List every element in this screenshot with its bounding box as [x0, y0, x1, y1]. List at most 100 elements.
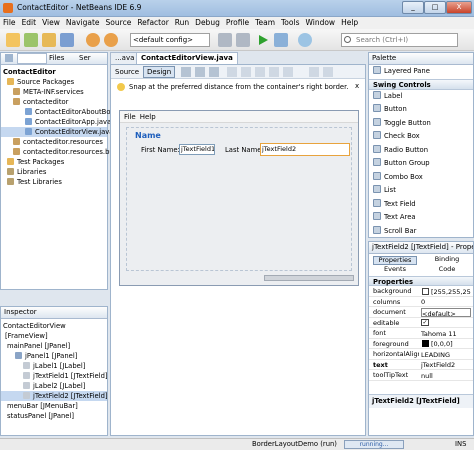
inspector-node[interactable]: [FrameView]	[1, 331, 107, 341]
last-name-field[interactable]: jTextField2	[260, 143, 350, 156]
change-resizability-horizontal-icon[interactable]	[309, 67, 319, 77]
inspector-node[interactable]: jLabel2 [JLabel]	[1, 381, 107, 391]
inspector-node[interactable]: jLabel1 [JLabel]	[1, 361, 107, 371]
services-tab[interactable]: Ser	[79, 53, 91, 64]
palette-item[interactable]: Radio Button	[369, 144, 473, 158]
selection-mode-icon[interactable]	[181, 67, 191, 77]
menu-source[interactable]: Source	[103, 17, 135, 28]
properties-section[interactable]: Properties	[369, 276, 473, 286]
property-row[interactable]: background[255,255,255]	[369, 286, 473, 297]
inspector-node[interactable]: jPanel1 [JPanel]	[1, 351, 107, 361]
tree-node[interactable]: Test Packages	[1, 157, 107, 167]
first-name-field[interactable]: jTextField1	[179, 144, 215, 155]
tree-node[interactable]: ContactEditorAboutBox.java	[1, 107, 131, 117]
connection-mode-icon[interactable]	[195, 67, 205, 77]
menu-navigate[interactable]: Navigate	[63, 17, 103, 28]
menu-profile[interactable]: Profile	[223, 17, 252, 28]
clean-build-icon[interactable]	[236, 33, 250, 47]
source-toggle[interactable]: Source	[115, 67, 139, 77]
menu-window[interactable]: Window	[302, 17, 338, 28]
design-toggle[interactable]: Design	[143, 66, 176, 78]
open-project-icon[interactable]	[42, 33, 56, 47]
status-progress[interactable]: running...	[344, 440, 404, 449]
tree-node[interactable]: META-INF.services	[1, 87, 107, 97]
align-bottom-icon[interactable]	[283, 67, 293, 77]
palette-item[interactable]: Scroll Bar	[369, 225, 473, 238]
new-project-icon[interactable]	[24, 33, 38, 47]
save-all-icon[interactable]	[60, 33, 74, 47]
property-row[interactable]: editable ✓	[369, 318, 473, 328]
tree-node[interactable]: Test Libraries	[1, 177, 107, 187]
menu-tools[interactable]: Tools	[278, 17, 302, 28]
inspector-node[interactable]: menuBar [JMenuBar]	[1, 401, 107, 411]
profile-icon[interactable]	[298, 33, 312, 47]
editor-tab-other[interactable]: ...ava	[110, 52, 140, 64]
property-row[interactable]: toolTipText null	[369, 370, 473, 381]
property-row[interactable]: text jTextField2	[369, 360, 473, 370]
menu-run[interactable]: Run	[172, 17, 192, 28]
menu-debug[interactable]: Debug	[192, 17, 223, 28]
property-row[interactable]: columns 0	[369, 297, 473, 307]
palette-item[interactable]: Check Box	[369, 130, 473, 144]
minimize-button[interactable]: _	[402, 1, 424, 14]
tree-node[interactable]: contacteditor	[1, 97, 107, 107]
form-main-panel[interactable]: Name First Name: jTextField1 Last Name: …	[126, 127, 352, 271]
close-button[interactable]: X	[446, 1, 472, 14]
palette-item[interactable]: List	[369, 184, 473, 198]
inspector-node[interactable]: jTextField1 [JTextField]	[1, 371, 108, 381]
tree-node[interactable]: Source Packages	[1, 77, 107, 87]
property-row[interactable]: foreground [0,0,0]	[369, 339, 473, 349]
tree-node[interactable]: contacteditor.resources.busyicons	[1, 147, 139, 157]
align-left-icon[interactable]	[227, 67, 237, 77]
center-horizontal-icon[interactable]	[255, 67, 265, 77]
palette-item[interactable]: Button Group	[369, 157, 473, 171]
palette-item[interactable]: Text Field	[369, 198, 473, 212]
palette-item[interactable]: Text Area	[369, 211, 473, 225]
events-tab[interactable]: Events	[373, 266, 417, 275]
palette-item[interactable]: Combo Box	[369, 171, 473, 185]
align-right-icon[interactable]	[241, 67, 251, 77]
palette-item[interactable]: Button	[369, 103, 473, 117]
palette-category[interactable]: Swing Controls	[369, 78, 473, 90]
property-row[interactable]: font Tahoma 11	[369, 328, 473, 339]
search-input[interactable]: Search (Ctrl+I)	[341, 33, 458, 47]
menu-help[interactable]: Help	[338, 17, 361, 28]
menu-team[interactable]: Team	[252, 17, 278, 28]
editable-checkbox[interactable]: ✓	[421, 319, 429, 326]
palette-item[interactable]: Label	[369, 90, 473, 104]
menu-refactor[interactable]: Refactor	[134, 17, 171, 28]
tree-node[interactable]: contacteditor.resources	[1, 137, 107, 147]
code-tab[interactable]: Code	[425, 266, 469, 275]
form-menu-file[interactable]: File	[120, 113, 140, 121]
new-file-icon[interactable]	[6, 33, 20, 47]
inspector-node[interactable]: ContactEditorView	[1, 321, 107, 331]
change-resizability-vertical-icon[interactable]	[323, 67, 333, 77]
tree-node-selected[interactable]: ContactEditorView.java	[1, 127, 113, 137]
binding-tab[interactable]: Binding	[425, 256, 469, 265]
inspector-node[interactable]: statusPanel [JPanel]	[1, 411, 107, 421]
tree-node[interactable]: ContactEditor	[1, 67, 107, 77]
form-menu-help[interactable]: Help	[140, 113, 156, 121]
menu-edit[interactable]: Edit	[19, 17, 40, 28]
inspector-node[interactable]: mainPanel [JPanel]	[1, 341, 107, 351]
build-icon[interactable]	[218, 33, 232, 47]
projects-tab-icon[interactable]	[5, 54, 13, 62]
tree-node[interactable]: ContactEditorApp.java	[1, 117, 111, 127]
hint-close-icon[interactable]: x	[355, 82, 359, 90]
property-row[interactable]: horizontalAlignmentLEADING	[369, 349, 473, 360]
undo-icon[interactable]	[86, 33, 100, 47]
menu-view[interactable]: View	[39, 17, 63, 28]
editor-tab-contacteditorview[interactable]: ContactEditorView.java	[136, 52, 238, 64]
tree-node[interactable]: Libraries	[1, 167, 107, 177]
preview-design-icon[interactable]	[209, 67, 219, 77]
palette-item[interactable]: Toggle Button	[369, 117, 473, 131]
files-tab[interactable]: Files	[47, 53, 64, 64]
inspector-node-selected[interactable]: jTextField2 [JTextField]	[1, 391, 108, 401]
properties-tab[interactable]: Properties	[373, 256, 417, 265]
menu-file[interactable]: File	[0, 17, 19, 28]
maximize-button[interactable]: □	[424, 1, 446, 14]
config-select[interactable]: <default config>	[130, 33, 210, 47]
projects-tab[interactable]	[17, 53, 47, 64]
debug-icon[interactable]	[274, 33, 288, 47]
property-row[interactable]: document <default>	[369, 307, 473, 318]
